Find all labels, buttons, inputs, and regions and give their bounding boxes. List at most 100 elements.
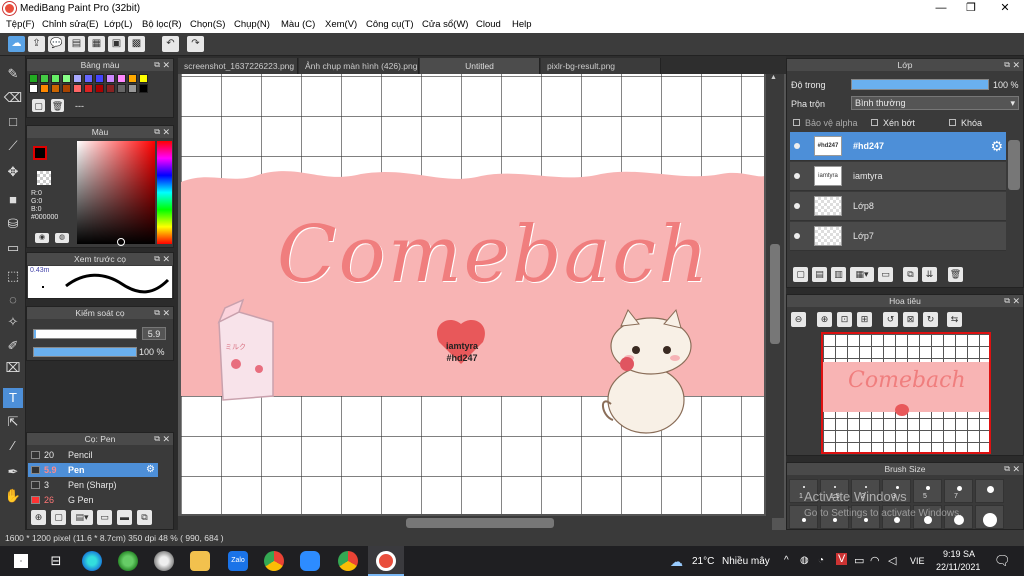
menu-color[interactable]: Màu (C): [281, 19, 315, 30]
close-panel-icon[interactable]: ✕: [1012, 463, 1020, 475]
lasso-icon[interactable]: ◌: [3, 290, 23, 310]
comment-icon[interactable]: 💬: [48, 36, 65, 52]
vertical-scroll-thumb[interactable]: [770, 244, 780, 344]
close-panel-icon[interactable]: ✕: [1012, 295, 1020, 307]
protect-alpha-checkbox[interactable]: [793, 119, 800, 126]
file-explorer-icon[interactable]: [190, 551, 210, 571]
blend-mode-select[interactable]: Bình thường ▾: [851, 96, 1019, 110]
merge-layer-icon[interactable]: ⇊: [922, 267, 937, 282]
wifi-icon[interactable]: ◠: [870, 554, 880, 567]
palette-swatch[interactable]: [29, 74, 38, 83]
palette-swatch[interactable]: [73, 74, 82, 83]
app-tray-icon[interactable]: ◔: [818, 555, 824, 566]
palette-swatch[interactable]: [51, 84, 60, 93]
color-picker-square[interactable]: [77, 141, 155, 244]
select-rect-icon[interactable]: ⬚: [3, 266, 23, 286]
palette-swatch[interactable]: [40, 74, 49, 83]
palette-swatch[interactable]: [84, 74, 93, 83]
close-panel-icon[interactable]: ✕: [1012, 59, 1020, 71]
zoom-in-icon[interactable]: ⊕: [817, 312, 832, 327]
layer-folder-icon[interactable]: ▭: [878, 267, 893, 282]
color-picker-icon[interactable]: ◍: [55, 233, 69, 243]
panel-icon[interactable]: ▣: [108, 36, 125, 52]
menu-edit[interactable]: Chỉnh sửa(E): [42, 19, 99, 30]
zalo-icon[interactable]: Zalo: [228, 551, 248, 571]
palette-swatch[interactable]: [106, 74, 115, 83]
palette-swatch[interactable]: [62, 84, 71, 93]
tab-screenshot[interactable]: screenshot_1637226223.png: [178, 58, 298, 74]
delete-layer-icon[interactable]: 🗑: [948, 267, 963, 282]
chrome-icon[interactable]: [264, 551, 284, 571]
edge-icon[interactable]: [82, 551, 102, 571]
close-panel-icon[interactable]: ✕: [162, 126, 170, 138]
undock-icon[interactable]: ⧉: [154, 307, 160, 319]
fill-rect-tool-icon[interactable]: ■: [3, 190, 23, 210]
brush-opacity-slider[interactable]: [33, 347, 137, 357]
brush-size-value[interactable]: 5.9: [142, 327, 166, 340]
fit-icon[interactable]: ⊡: [837, 312, 852, 327]
select-pen-icon[interactable]: ✐: [3, 336, 23, 356]
clipping-checkbox[interactable]: [871, 119, 878, 126]
flip-icon[interactable]: ⇆: [947, 312, 962, 327]
horizontal-scrollbar[interactable]: [178, 516, 772, 530]
palette-swatch[interactable]: [106, 84, 115, 93]
menu-cloud[interactable]: Cloud: [476, 19, 501, 30]
add-layer-icon[interactable]: ▢: [793, 267, 808, 282]
brush-size-cell[interactable]: [975, 505, 1004, 529]
palette-swatch[interactable]: [73, 84, 82, 93]
menu-file[interactable]: Tệp(F): [6, 19, 35, 30]
palette-swatch[interactable]: [62, 74, 71, 83]
close-panel-icon[interactable]: ✕: [162, 433, 170, 445]
close-panel-icon[interactable]: ✕: [162, 307, 170, 319]
cloud-icon[interactable]: ☁: [8, 36, 25, 52]
redo-button[interactable]: ↷: [187, 36, 204, 52]
folder-add-icon[interactable]: ▬: [117, 510, 132, 525]
palette-swatch[interactable]: [29, 84, 38, 93]
brush-size-slider[interactable]: [33, 329, 137, 339]
add-1bit-layer-icon[interactable]: ▥: [831, 267, 846, 282]
brush-size-cell[interactable]: [913, 479, 942, 503]
clock-date[interactable]: 22/11/2021: [936, 562, 980, 572]
magic-wand-icon[interactable]: ✧: [3, 312, 23, 332]
rotate-left-icon[interactable]: ↺: [883, 312, 898, 327]
hue-slider[interactable]: [157, 141, 172, 244]
app-icon[interactable]: [154, 551, 174, 571]
layers-scroll-thumb[interactable]: [1008, 140, 1020, 190]
menu-tools[interactable]: Công cụ(T): [366, 19, 414, 30]
palette-swatch[interactable]: [95, 84, 104, 93]
actual-size-icon[interactable]: ⊞: [857, 312, 872, 327]
folder-icon[interactable]: ▭: [97, 510, 112, 525]
color-picker-cursor[interactable]: [117, 238, 125, 246]
volume-icon[interactable]: ◁: [888, 554, 896, 567]
vertical-scrollbar[interactable]: ▲: [766, 74, 784, 518]
clock-time[interactable]: 9:19 SA: [943, 549, 975, 559]
windows-start-icon[interactable]: [14, 554, 28, 568]
palette-swatch[interactable]: [128, 74, 137, 83]
app-icon[interactable]: [118, 551, 138, 571]
lock-checkbox[interactable]: [949, 119, 956, 126]
undock-icon[interactable]: ⧉: [1004, 59, 1010, 71]
app-tray-icon[interactable]: ◍: [800, 555, 809, 566]
layer-row[interactable]: iamtyra iamtyra: [790, 162, 1006, 191]
bucket-tool-icon[interactable]: ⛁: [3, 214, 23, 234]
close-button[interactable]: ✕: [990, 0, 1020, 17]
undock-icon[interactable]: ⧉: [154, 126, 160, 138]
undock-icon[interactable]: ⧉: [154, 253, 160, 265]
network-icon[interactable]: ▭: [854, 554, 864, 567]
copy-icon[interactable]: ⧉: [137, 510, 152, 525]
minimize-button[interactable]: —: [926, 0, 956, 17]
pen-tool-icon[interactable]: ✒: [3, 462, 23, 482]
layer-row[interactable]: Lớp8: [790, 192, 1006, 221]
language-indicator[interactable]: VIE: [910, 556, 925, 566]
palette-swatch[interactable]: [128, 84, 137, 93]
menu-capture[interactable]: Chụp(N): [234, 19, 270, 30]
text-tool-icon[interactable]: T: [3, 388, 23, 408]
drawing-canvas[interactable]: Comebach iamtyra #hd247 ミルク: [181, 74, 764, 514]
undock-icon[interactable]: ⧉: [1004, 295, 1010, 307]
chrome-icon[interactable]: [338, 551, 358, 571]
layer-row[interactable]: Lớp7: [790, 222, 1006, 251]
grid-icon[interactable]: ▩: [128, 36, 145, 52]
operation-tool-icon[interactable]: ⇱: [3, 412, 23, 432]
add-halftone-layer-icon[interactable]: ▤: [812, 267, 827, 282]
palette-swatch[interactable]: [117, 74, 126, 83]
